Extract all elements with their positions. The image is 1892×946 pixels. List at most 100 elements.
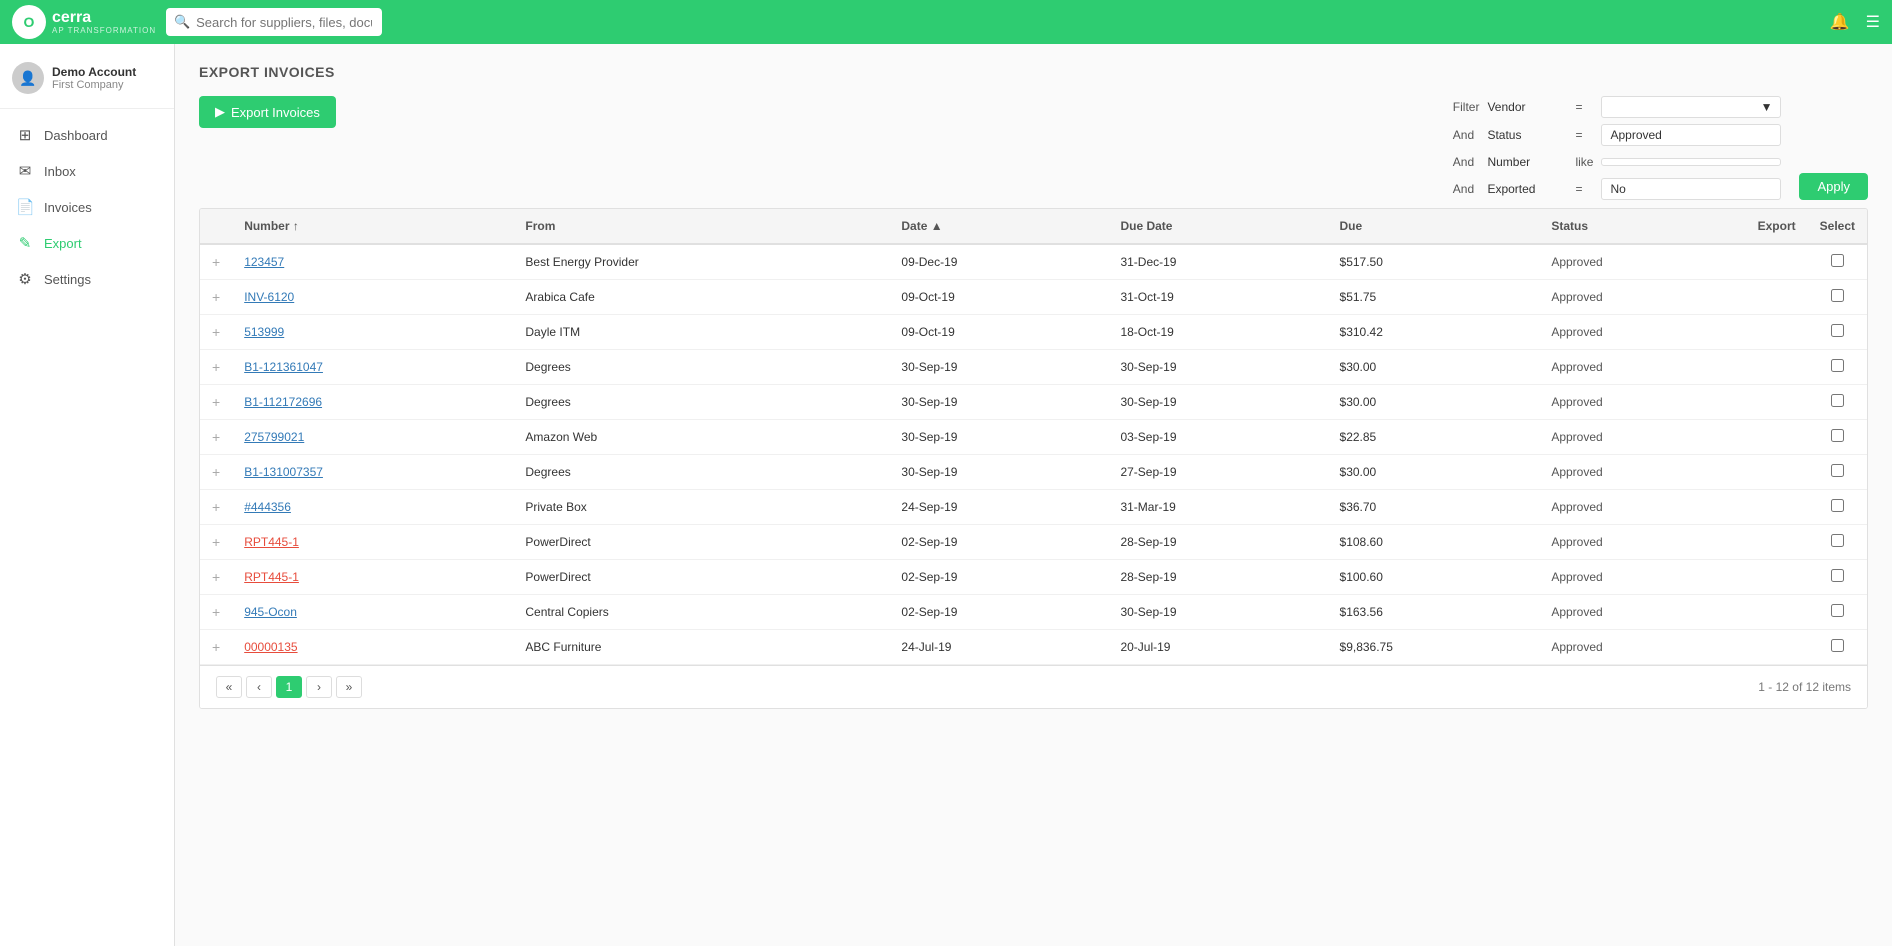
row-checkbox-2[interactable] (1831, 324, 1844, 337)
top-row: ▶ Export Invoices Filter Vendor = ▼ And (199, 96, 1868, 200)
row-number-3[interactable]: B1-121361047 (232, 350, 513, 385)
row-expand-8[interactable]: + (200, 525, 232, 560)
row-status-5: Approved (1539, 420, 1745, 455)
row-date-1: 09-Oct-19 (889, 280, 1108, 315)
row-status-1: Approved (1539, 280, 1745, 315)
row-select-3[interactable] (1808, 350, 1867, 385)
row-expand-1[interactable]: + (200, 280, 232, 315)
row-number-10[interactable]: 945-Ocon (232, 595, 513, 630)
row-expand-2[interactable]: + (200, 315, 232, 350)
page-1-button[interactable]: 1 (276, 676, 302, 698)
row-number-0[interactable]: 123457 (232, 244, 513, 280)
filter-connector-2: And (1453, 152, 1480, 172)
row-expand-9[interactable]: + (200, 560, 232, 595)
row-checkbox-4[interactable] (1831, 394, 1844, 407)
export-button-label: Export Invoices (231, 105, 320, 120)
row-expand-10[interactable]: + (200, 595, 232, 630)
filter-value-0[interactable]: ▼ (1601, 96, 1781, 118)
sidebar-item-settings[interactable]: ⚙ Settings (0, 261, 174, 297)
table-row: + 275799021 Amazon Web 30-Sep-19 03-Sep-… (200, 420, 1867, 455)
row-select-5[interactable] (1808, 420, 1867, 455)
page-prev-button[interactable]: ‹ (246, 676, 272, 698)
row-expand-6[interactable]: + (200, 455, 232, 490)
row-select-7[interactable] (1808, 490, 1867, 525)
col-select: Select (1808, 209, 1867, 244)
row-due-date-2: 18-Oct-19 (1108, 315, 1327, 350)
user-section: 👤 Demo Account First Company (0, 52, 174, 109)
col-number[interactable]: Number ↑ (232, 209, 513, 244)
apply-button[interactable]: Apply (1799, 173, 1868, 200)
col-status: Status (1539, 209, 1745, 244)
col-date[interactable]: Date ▲ (889, 209, 1108, 244)
filter-op-2: like (1575, 155, 1593, 169)
search-input[interactable] (166, 8, 382, 36)
page-first-button[interactable]: « (216, 676, 242, 698)
row-checkbox-5[interactable] (1831, 429, 1844, 442)
row-checkbox-7[interactable] (1831, 499, 1844, 512)
export-invoices-button[interactable]: ▶ Export Invoices (199, 96, 336, 128)
row-select-1[interactable] (1808, 280, 1867, 315)
row-checkbox-3[interactable] (1831, 359, 1844, 372)
filter-value-3[interactable]: No (1601, 178, 1781, 200)
row-select-4[interactable] (1808, 385, 1867, 420)
row-expand-5[interactable]: + (200, 420, 232, 455)
page-last-button[interactable]: » (336, 676, 362, 698)
row-select-6[interactable] (1808, 455, 1867, 490)
row-from-5: Amazon Web (513, 420, 889, 455)
sidebar-item-label: Dashboard (44, 128, 108, 143)
col-due: Due (1328, 209, 1540, 244)
sidebar-item-export[interactable]: ✎ Export (0, 225, 174, 261)
bell-icon[interactable]: 🔔 (1830, 12, 1850, 32)
filter-connector-1: And (1453, 125, 1480, 145)
row-select-10[interactable] (1808, 595, 1867, 630)
row-checkbox-11[interactable] (1831, 639, 1844, 652)
pagination-bar: « ‹ 1 › » 1 - 12 of 12 items (200, 665, 1867, 708)
row-export-3 (1746, 350, 1808, 385)
row-number-4[interactable]: B1-112172696 (232, 385, 513, 420)
row-date-4: 30-Sep-19 (889, 385, 1108, 420)
row-number-8[interactable]: RPT445-1 (232, 525, 513, 560)
row-number-2[interactable]: 513999 (232, 315, 513, 350)
row-date-11: 24-Jul-19 (889, 630, 1108, 665)
row-number-5[interactable]: 275799021 (232, 420, 513, 455)
sidebar-item-invoices[interactable]: 📄 Invoices (0, 189, 174, 225)
row-select-0[interactable] (1808, 244, 1867, 280)
row-select-2[interactable] (1808, 315, 1867, 350)
menu-icon[interactable]: ☰ (1866, 12, 1880, 32)
filter-value-1[interactable]: Approved (1601, 124, 1781, 146)
row-number-9[interactable]: RPT445-1 (232, 560, 513, 595)
sidebar-item-inbox[interactable]: ✉ Inbox (0, 153, 174, 189)
row-expand-4[interactable]: + (200, 385, 232, 420)
row-checkbox-6[interactable] (1831, 464, 1844, 477)
row-expand-7[interactable]: + (200, 490, 232, 525)
row-due-date-1: 31-Oct-19 (1108, 280, 1327, 315)
row-from-9: PowerDirect (513, 560, 889, 595)
page-next-button[interactable]: › (306, 676, 332, 698)
row-number-11[interactable]: 00000135 (232, 630, 513, 665)
sidebar-item-dashboard[interactable]: ⊞ Dashboard (0, 117, 174, 153)
filter-value-2[interactable] (1601, 158, 1781, 166)
row-due-6: $30.00 (1328, 455, 1540, 490)
row-expand-11[interactable]: + (200, 630, 232, 665)
row-checkbox-9[interactable] (1831, 569, 1844, 582)
table-row: + 945-Ocon Central Copiers 02-Sep-19 30-… (200, 595, 1867, 630)
row-checkbox-1[interactable] (1831, 289, 1844, 302)
row-status-10: Approved (1539, 595, 1745, 630)
row-select-9[interactable] (1808, 560, 1867, 595)
row-checkbox-0[interactable] (1831, 254, 1844, 267)
row-checkbox-10[interactable] (1831, 604, 1844, 617)
row-due-3: $30.00 (1328, 350, 1540, 385)
row-from-4: Degrees (513, 385, 889, 420)
row-number-1[interactable]: INV-6120 (232, 280, 513, 315)
row-number-6[interactable]: B1-131007357 (232, 455, 513, 490)
row-select-8[interactable] (1808, 525, 1867, 560)
row-number-7[interactable]: #444356 (232, 490, 513, 525)
sidebar: 👤 Demo Account First Company ⊞ Dashboard… (0, 44, 175, 946)
row-checkbox-8[interactable] (1831, 534, 1844, 547)
row-expand-3[interactable]: + (200, 350, 232, 385)
sidebar-item-label: Invoices (44, 200, 92, 215)
row-due-date-9: 28-Sep-19 (1108, 560, 1327, 595)
row-expand-0[interactable]: + (200, 244, 232, 280)
row-status-8: Approved (1539, 525, 1745, 560)
row-select-11[interactable] (1808, 630, 1867, 665)
